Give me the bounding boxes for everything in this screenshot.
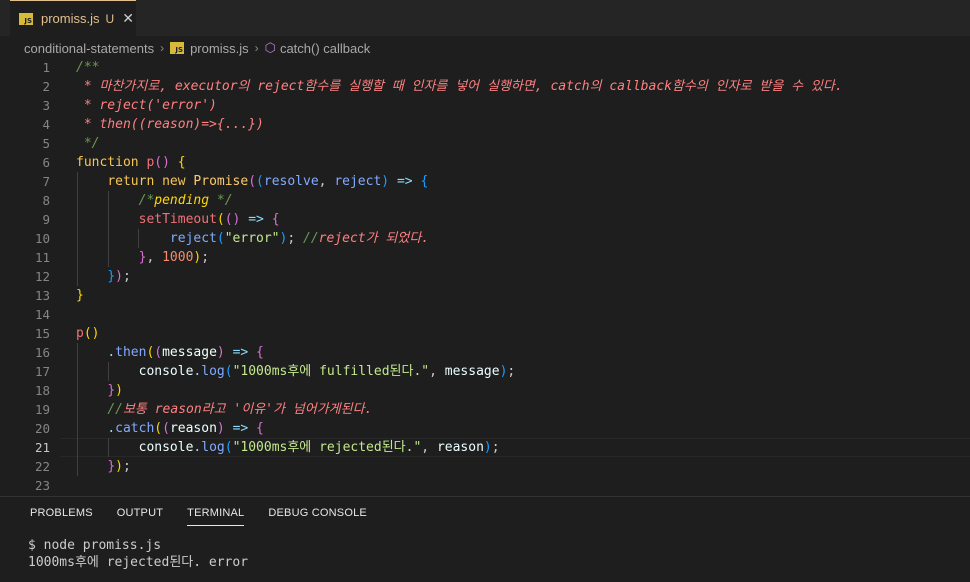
code-editor[interactable]: 1 /** 2 * 마찬가지로, executor의 reject함수를 실행할… [0,58,970,496]
js-file-icon: JS [19,12,33,25]
code-text: }) [107,383,123,398]
line-number: 21 [34,440,50,455]
code-text: setTimeout(() => { [138,212,280,227]
chevron-right-icon: › [160,41,165,55]
line-number: 7 [42,174,50,189]
code-text: */ [76,136,100,151]
code-text: } [76,288,84,303]
line-number: 19 [34,402,50,417]
terminal-line: 1000ms후에 rejected된다. error [28,555,249,570]
code-text: console.log("1000ms후에 rejected된다.", reas… [138,440,500,455]
code-text: reject("error"); //reject가 되었다. [169,231,430,246]
code-line: 8 /*pending */ [0,191,970,210]
code-text: console.log("1000ms후에 fulfilled된다.", mes… [138,364,516,379]
terminal-line: $ node promiss.js [28,538,162,553]
code-text: .then((message) => { [107,345,264,360]
code-line: 2 * 마찬가지로, executor의 reject함수를 실행할 때 인자를… [0,77,970,96]
line-number: 6 [42,155,50,170]
chevron-right-icon: › [254,41,259,55]
code-line: 16 .then((message) => { [0,343,970,362]
code-text: * 마찬가지로, executor의 reject함수를 실행할 때 인자를 넣… [76,79,843,94]
line-number: 14 [34,307,50,322]
code-line: 14 [0,305,970,324]
code-line: 17 console.log("1000ms후에 fulfilled된다.", … [0,362,970,381]
line-number: 8 [42,193,50,208]
code-line: 7 return new Promise((resolve, reject) =… [0,172,970,191]
line-number: 15 [34,326,50,341]
line-number: 16 [34,345,50,360]
code-line: 18 }) [0,381,970,400]
breadcrumb-file[interactable]: promiss.js [190,41,249,56]
line-number: 3 [42,98,50,113]
code-text: }); [107,459,131,474]
line-number: 11 [34,250,50,265]
breadcrumb-symbol[interactable]: catch() callback [280,41,370,56]
code-text: }); [107,269,131,284]
code-line: 12 }); [0,267,970,286]
code-text: return new Promise((resolve, reject) => … [107,174,429,189]
code-line: 15 p() [0,324,970,343]
file-tab-promiss[interactable]: JS promiss.js U ✕ [10,0,136,36]
code-line: 10 reject("error"); //reject가 되었다. [0,229,970,248]
code-text: function p() { [76,155,186,170]
code-line-current: 21 console.log("1000ms후에 rejected된다.", r… [0,438,970,457]
code-line: 13 } [0,286,970,305]
code-line: 5 */ [0,134,970,153]
code-line: 19 //보통 reason라고 '이유'가 넘어가게된다. [0,400,970,419]
code-line: 9 setTimeout(() => { [0,210,970,229]
code-line: 23 [0,476,970,495]
code-text: * then((reason)=>{...}) [76,117,264,132]
terminal-output[interactable]: $ node promiss.js 1000ms후에 rejected된다. er… [28,537,248,571]
line-number: 5 [42,136,50,151]
code-text: /** [76,60,100,75]
bottom-panel: PROBLEMS OUTPUT TERMINAL DEBUG CONSOLE $… [0,496,970,582]
line-number: 9 [42,212,50,227]
code-text: }, 1000); [138,250,210,265]
code-line: 1 /** [0,58,970,77]
tab-terminal[interactable]: TERMINAL [187,507,245,526]
tab-problems[interactable]: PROBLEMS [30,507,93,526]
line-number: 4 [42,117,50,132]
tab-filename: promiss.js [41,11,100,26]
line-number: 22 [34,459,50,474]
code-line: 11 }, 1000); [0,248,970,267]
code-text: /*pending */ [138,193,233,208]
cube-icon: ⬡ [264,40,276,55]
line-number: 23 [34,478,50,493]
tab-output[interactable]: OUTPUT [117,507,163,526]
line-number: 18 [34,383,50,398]
line-number: 10 [34,231,50,246]
code-line: 22 }); [0,457,970,476]
code-line: 3 * reject('error') [0,96,970,115]
git-untracked-badge: U [105,11,115,26]
breadcrumb: conditional-statements › JS promiss.js ›… [24,38,370,58]
line-number: 20 [34,421,50,436]
line-number: 1 [42,60,50,75]
tab-debug-console[interactable]: DEBUG CONSOLE [268,507,367,526]
breadcrumb-folder[interactable]: conditional-statements [24,41,154,56]
code-line: 20 .catch((reason) => { [0,419,970,438]
close-icon[interactable]: ✕ [122,11,134,27]
line-number: 2 [42,79,50,94]
line-number: 12 [34,269,50,284]
editor-tab-bar: JS promiss.js U ✕ [0,0,970,36]
code-line: 4 * then((reason)=>{...}) [0,115,970,134]
code-text: * reject('error') [76,98,217,113]
code-text: //보통 reason라고 '이유'가 넘어가게된다. [107,402,373,417]
code-text: p() [76,326,100,341]
code-line: 6 function p() { [0,153,970,172]
js-file-icon: JS [170,42,185,54]
panel-tabs: PROBLEMS OUTPUT TERMINAL DEBUG CONSOLE [30,507,367,526]
line-number: 17 [34,364,50,379]
line-number: 13 [34,288,50,303]
code-text: .catch((reason) => { [107,421,264,436]
